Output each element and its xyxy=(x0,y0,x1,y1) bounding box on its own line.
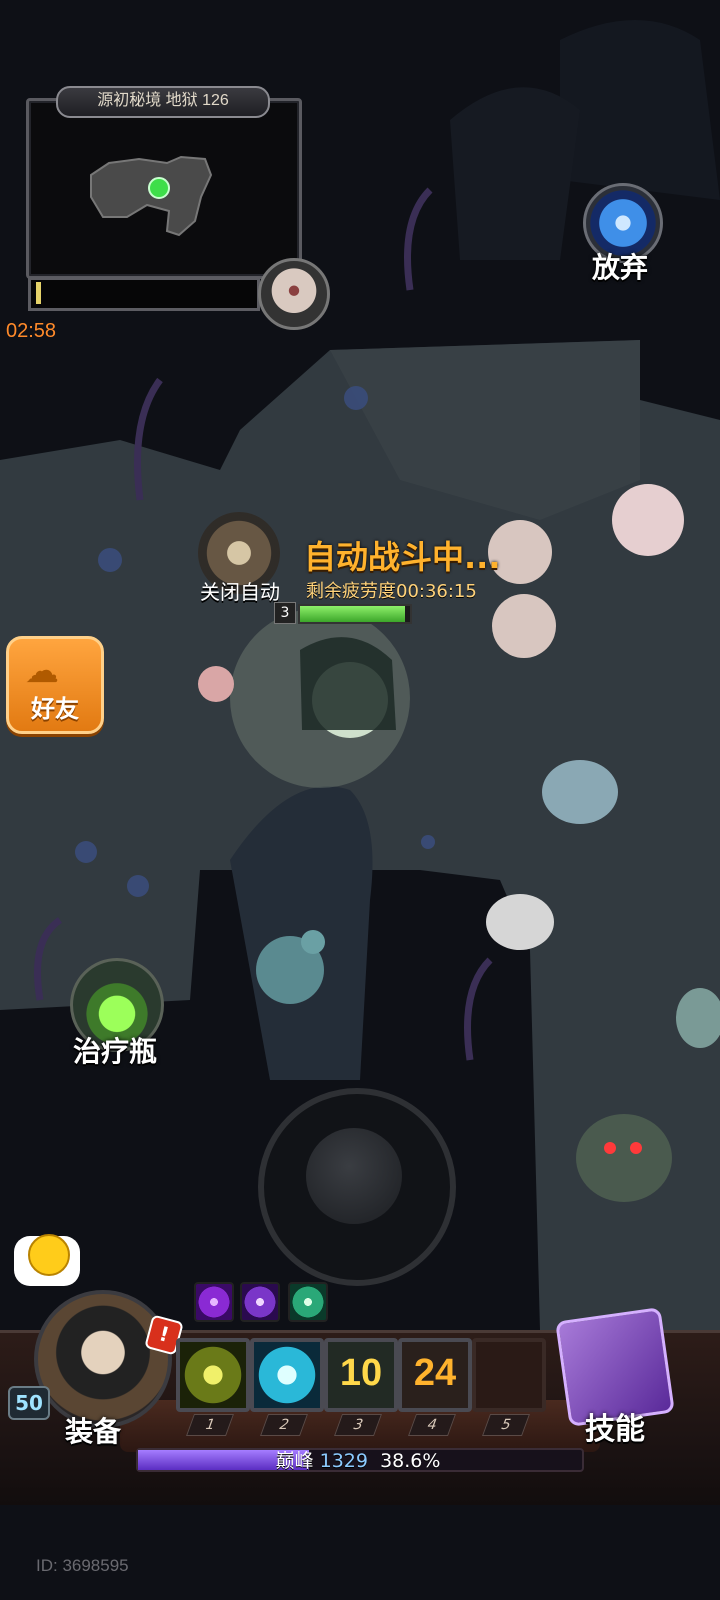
peak-label: 巅峰 xyxy=(275,1450,314,1472)
abandon-button-label[interactable]: 放弃 xyxy=(582,246,658,286)
friends-button[interactable]: ☁ 好友 xyxy=(6,636,104,734)
skill-slot-5-empty[interactable] xyxy=(472,1338,546,1412)
hero-hp-fill xyxy=(300,606,405,622)
hero-field-level: 3 xyxy=(274,602,296,624)
cloud-icon: ☁ xyxy=(25,651,59,691)
dungeon-title: 源初秘境 地狱 126 xyxy=(56,86,270,118)
slot-number: 3 xyxy=(333,1414,383,1436)
joystick-knob[interactable] xyxy=(306,1128,402,1224)
healing-potion-label[interactable]: 治疗瓶 xyxy=(60,1030,170,1070)
slot-number: 5 xyxy=(481,1414,531,1436)
equipment-button-label[interactable]: 装备 xyxy=(58,1410,128,1450)
xp-percent: 38.6% xyxy=(380,1450,441,1472)
fatigue-remaining: 剩余疲劳度00:36:15 xyxy=(306,581,477,602)
hero-hp-bar xyxy=(298,604,412,624)
slot-number: 4 xyxy=(407,1414,457,1436)
dungeon-timer: 02:58 xyxy=(6,320,57,342)
friends-label: 好友 xyxy=(31,695,79,723)
boss-skull-icon[interactable] xyxy=(258,258,330,330)
emote-face-icon[interactable] xyxy=(28,1234,70,1276)
player-location-icon xyxy=(148,177,170,199)
player-id: ID: 3698595 xyxy=(36,1556,129,1575)
skill-slot-2[interactable] xyxy=(250,1338,324,1412)
minimap-layout xyxy=(90,155,213,237)
hero-level-badge: 50 xyxy=(8,1386,50,1420)
purple-aura-icon xyxy=(194,1282,234,1322)
dungeon-progress-bar xyxy=(28,277,260,311)
game-scene: 源初秘境 地狱 126 02:58 放弃 关闭自动 自动战斗中... 剩余疲劳度… xyxy=(0,0,720,1600)
peak-value: 1329 xyxy=(319,1450,368,1472)
minimap[interactable] xyxy=(26,98,302,279)
skills-button-label[interactable]: 技能 xyxy=(570,1404,660,1448)
hero-avatar[interactable] xyxy=(34,1290,172,1428)
skill-slot-4-cooldown[interactable]: 24 xyxy=(398,1338,472,1412)
slot-number: 1 xyxy=(185,1414,235,1436)
dungeon-progress-fill xyxy=(36,282,41,304)
skill-slot-3-cooldown[interactable]: 10 xyxy=(324,1338,398,1412)
vortex-buff-icon xyxy=(288,1282,328,1322)
peak-xp-text: 巅峰 1329 38.6% xyxy=(136,1446,580,1473)
slot-number: 2 xyxy=(259,1414,309,1436)
skill-slot-1[interactable] xyxy=(176,1338,250,1412)
auto-off-button[interactable]: 关闭自动 xyxy=(190,576,290,605)
lightning-buff-icon xyxy=(240,1282,280,1322)
auto-battle-status: 自动战斗中... xyxy=(304,538,501,576)
